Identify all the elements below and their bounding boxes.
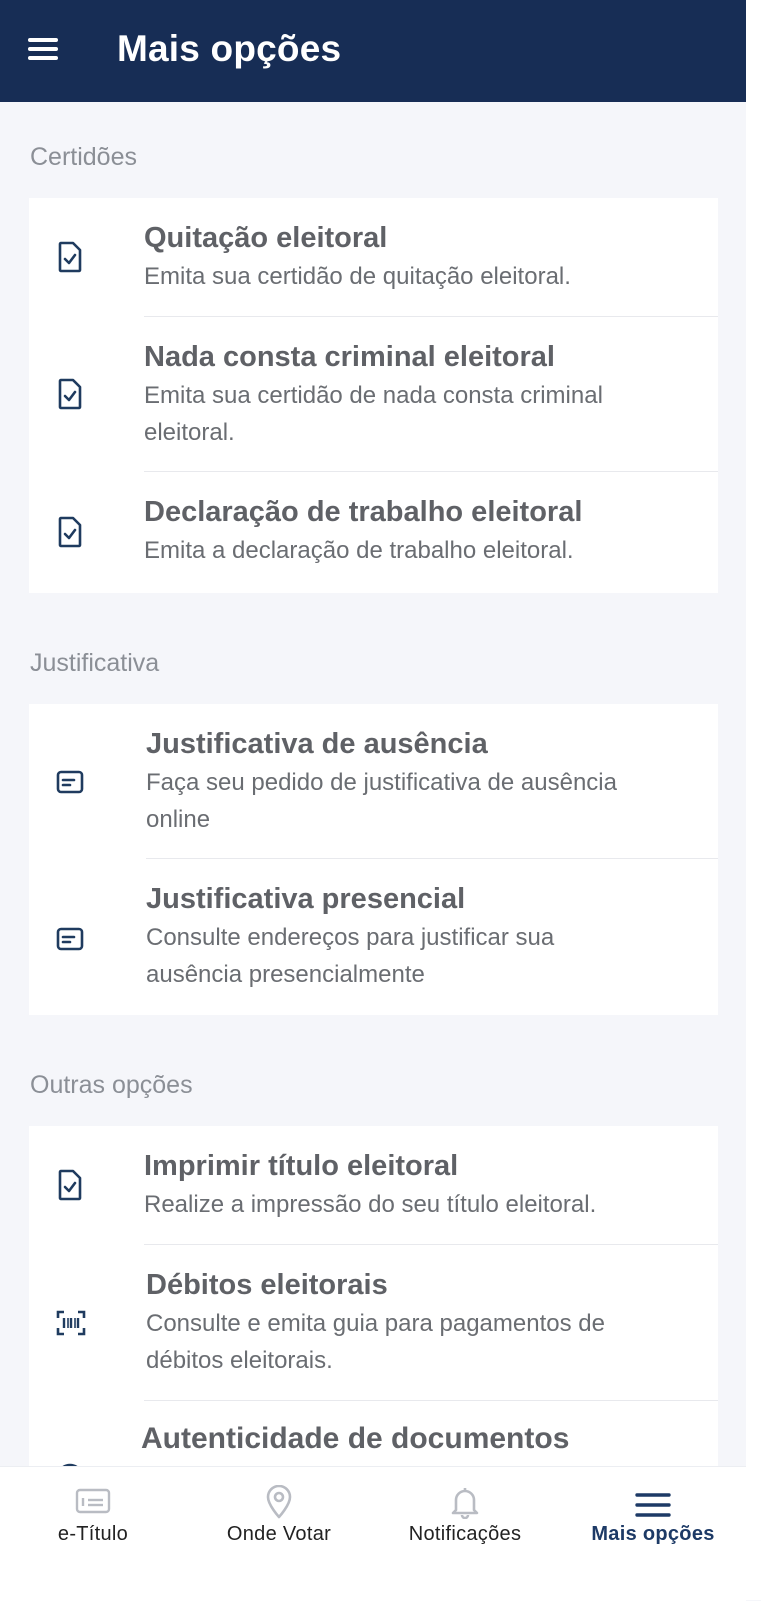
nav-e-titulo[interactable]: e-Título [0,1467,186,1601]
list-item-autenticidade-documentos[interactable]: Autenticidade de documentos [29,1401,718,1466]
nav-label: Onde Votar [226,1523,332,1545]
item-title: Declaração de trabalho eleitoral [144,496,583,528]
list-item-debitos-eleitorais[interactable]: Débitos eleitorais Consulte e emita guia… [29,1245,718,1401]
item-title: Nada consta criminal eleitoral [144,341,555,373]
section-label-justificativa: Justificativa [30,649,160,677]
location-pin-icon [266,1485,292,1519]
item-title: Imprimir título eleitoral [144,1150,459,1182]
list-item-declaracao-trabalho[interactable]: Declaração de trabalho eleitoral Emita a… [29,472,718,593]
nav-label: Mais opções [591,1523,715,1545]
item-description: Emita a declaração de trabalho eleitoral… [144,537,574,564]
message-card-icon [56,927,84,951]
card-justificativa: Justificativa de ausência Faça seu pedid… [29,704,718,1015]
item-title: Quitação eleitoral [144,222,388,254]
menu-icon [635,1493,671,1517]
section-label-certidoes: Certidões [30,143,137,171]
list-item-nada-consta-criminal[interactable]: Nada consta criminal eleitoral Emita sua… [29,317,718,472]
nav-label: Notificações [408,1523,522,1545]
item-title: Autenticidade de documentos [141,1422,570,1455]
nav-label: e-Título [57,1523,129,1545]
hamburger-menu-icon[interactable] [28,38,58,64]
document-check-icon [58,516,82,548]
message-card-icon [56,770,84,794]
card-certidoes: Quitação eleitoral Emita sua certidão de… [29,198,718,593]
item-description: Consulte e emita guia para pagamentos de… [146,1310,605,1374]
item-description: Faça seu pedido de justificativa de ausê… [146,769,617,833]
list-item-justificativa-ausencia[interactable]: Justificativa de ausência Faça seu pedid… [29,704,718,859]
item-title: Justificativa de ausência [146,728,488,760]
item-description: Consulte endereços para justificar sua a… [146,924,555,988]
item-description: Emita sua certidão de nada consta crimin… [144,382,603,446]
document-check-icon [58,378,82,410]
section-label-outras-opcoes: Outras opções [30,1071,193,1099]
document-check-icon [58,1169,82,1201]
nav-onde-votar[interactable]: Onde Votar [186,1467,372,1601]
list-item-quitacao-eleitoral[interactable]: Quitação eleitoral Emita sua certidão de… [29,198,718,317]
item-title: Justificativa presencial [146,883,466,915]
id-card-icon [75,1488,111,1514]
barcode-scan-icon [56,1310,86,1336]
bell-icon [451,1488,479,1519]
card-outras-opcoes: Imprimir título eleitoral Realize a impr… [29,1126,718,1466]
item-title: Débitos eleitorais [146,1269,388,1301]
nav-mais-opcoes[interactable]: Mais opções [560,1467,746,1601]
page-title: Mais opções [117,28,342,69]
item-description: Realize a impressão do seu título eleito… [144,1191,597,1218]
scrollbar-track [746,0,761,1600]
item-description: Emita sua certidão de quitação eleitoral… [144,263,571,290]
bottom-navigation: e-Título Onde Votar Notificações Mais op… [0,1466,746,1601]
list-item-justificativa-presencial[interactable]: Justificativa presencial Consulte endere… [29,859,718,1015]
nav-notificacoes[interactable]: Notificações [372,1467,558,1601]
list-item-imprimir-titulo[interactable]: Imprimir título eleitoral Realize a impr… [29,1126,718,1245]
document-check-icon [58,241,82,273]
top-app-bar: Mais opções [0,0,746,102]
